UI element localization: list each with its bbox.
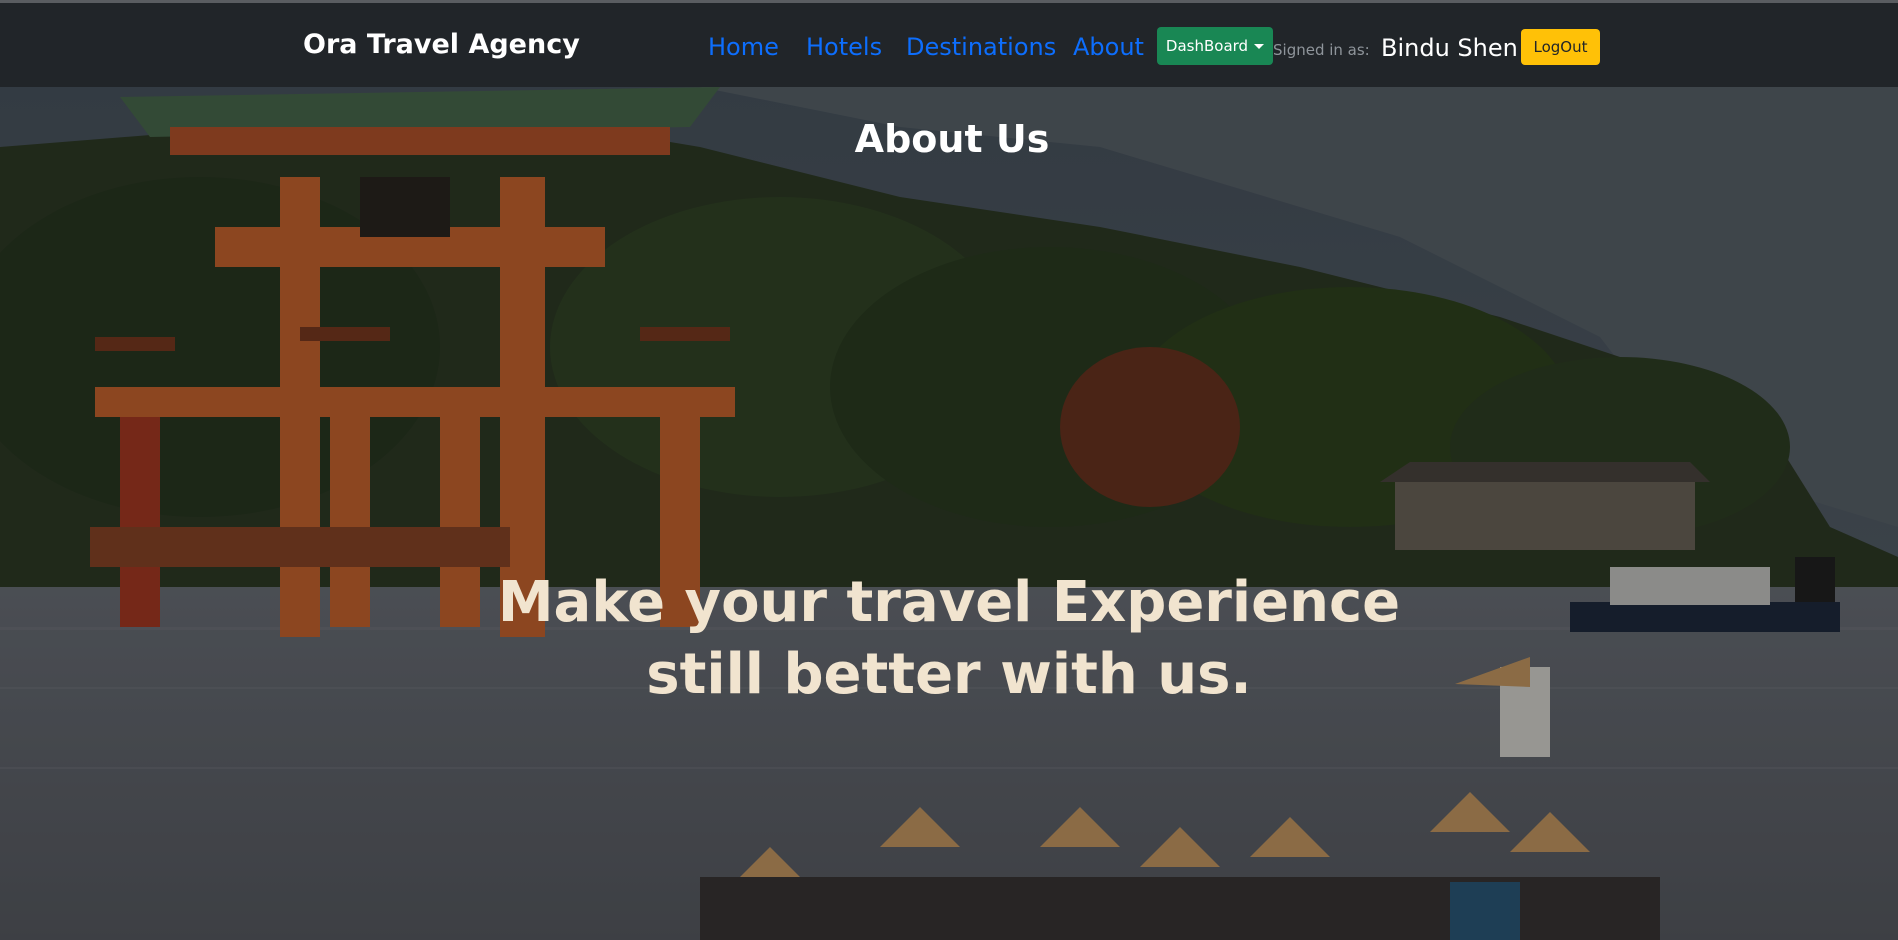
signed-in-label: Signed in as:: [1273, 41, 1370, 59]
page-title: About Us: [0, 117, 1898, 161]
dashboard-button-label: DashBoard: [1165, 37, 1249, 55]
hero-section: About Us Make your travel Experience sti…: [0, 87, 1898, 940]
nav-link-about[interactable]: About: [1073, 33, 1144, 61]
user-name: Bindu Shen: [1381, 34, 1518, 62]
page-title-text: About Us: [854, 117, 1050, 162]
nav-link-hotels[interactable]: Hotels: [806, 33, 882, 61]
brand-logo-text[interactable]: Ora Travel Agency: [303, 29, 580, 60]
nav-link-destinations[interactable]: Destinations: [906, 33, 1056, 61]
logout-button[interactable]: LogOut: [1521, 29, 1600, 65]
tagline-line-2: still better with us.: [646, 642, 1252, 707]
hero-dark-overlay: [0, 87, 1898, 940]
caret-down-icon: [1254, 43, 1265, 49]
dashboard-dropdown-button[interactable]: DashBoard: [1157, 27, 1273, 65]
top-navbar: Ora Travel Agency Home Hotels Destinatio…: [0, 3, 1898, 87]
hero-tagline: Make your travel Experience still better…: [0, 567, 1898, 711]
tagline-line-1: Make your travel Experience: [497, 570, 1401, 635]
nav-link-home[interactable]: Home: [708, 33, 779, 61]
